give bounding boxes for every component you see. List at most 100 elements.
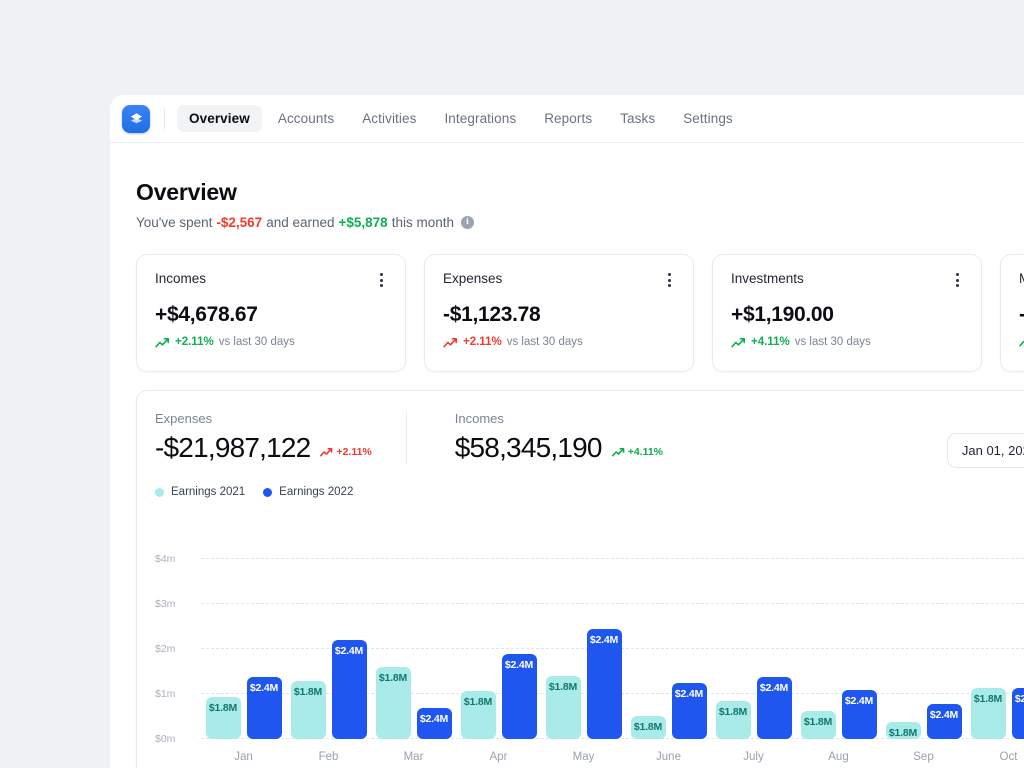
- chart-bar-group: $1.8M $2.4M: [456, 653, 541, 739]
- chart-bar[interactable]: $1.8M: [885, 722, 921, 739]
- kebab-menu-icon[interactable]: [376, 271, 387, 289]
- summary-incomes: Incomes $58,345,190 +4.11%: [405, 411, 697, 464]
- chart-bar-label: $2.4M: [844, 694, 874, 707]
- legend-label: Earnings 2021: [171, 486, 246, 498]
- chart-bar[interactable]: $1.8M: [800, 710, 836, 739]
- chart-bar-group: $1.8M $2.4M: [881, 704, 966, 739]
- subtitle-middle: and earned: [266, 215, 335, 230]
- chart-bar[interactable]: $1.8M: [545, 676, 581, 739]
- chart-x-tick-label: Jan: [234, 751, 253, 763]
- chart-legend: Earnings 2021 Earnings 2022: [155, 486, 1024, 498]
- card-title: M: [1019, 271, 1024, 286]
- chart-x-tick-label: Aug: [828, 751, 849, 763]
- tab-integrations[interactable]: Integrations: [432, 105, 528, 132]
- subtitle-prefix: You've spent: [136, 215, 213, 230]
- chart-bar[interactable]: $2.4M: [246, 677, 282, 739]
- card-delta-value: +2.11%: [463, 336, 502, 348]
- card-header: M: [1019, 271, 1024, 289]
- app-logo[interactable]: [122, 104, 150, 133]
- summary-delta: +2.11%: [320, 446, 372, 458]
- chart-x-tick-label: Apr: [489, 751, 508, 763]
- subtitle-earned-amount: +$5,878: [338, 215, 388, 230]
- subtitle-spent-amount: -$2,567: [216, 215, 263, 230]
- legend-dot-2022: [263, 487, 273, 497]
- chart-x-tick-label: June: [656, 751, 681, 763]
- chart-bar-label: $1.8M: [208, 702, 238, 715]
- stat-card-partial-offscreen: M -: [1000, 254, 1024, 372]
- chart-bar-label: $2.4M: [759, 682, 789, 695]
- tab-tasks[interactable]: Tasks: [608, 105, 667, 132]
- summary-value: $58,345,190: [454, 432, 603, 463]
- chart-bar[interactable]: $2.4M: [756, 677, 792, 739]
- summary-delta-value: +2.11%: [336, 446, 372, 458]
- chart-bar-group: $1.8M $2.4M: [966, 688, 1024, 739]
- info-icon[interactable]: i: [460, 216, 474, 229]
- chart-bar[interactable]: $1.8M: [630, 715, 666, 739]
- card-delta-note: vs last 30 days: [794, 336, 871, 348]
- earnings-chart-panel: Expenses -$21,987,122 +2.11% Incomes $58…: [136, 390, 1024, 768]
- chart-bar[interactable]: $2.4M: [1011, 688, 1024, 739]
- chart-x-tick-label: July: [743, 751, 764, 763]
- chart-x-tick-label: May: [572, 751, 595, 763]
- page-subtitle: You've spent -$2,567 and earned +$5,878 …: [136, 215, 1024, 230]
- chart-bar-label: $2.4M: [249, 682, 279, 695]
- chart-x-tick-label: Sep: [913, 751, 934, 763]
- card-delta: +2.11% vs last 30 days: [155, 336, 387, 348]
- tab-reports[interactable]: Reports: [532, 105, 604, 132]
- chart-bar-label: $1.8M: [293, 685, 323, 698]
- tab-settings[interactable]: Settings: [671, 105, 745, 132]
- tab-activities[interactable]: Activities: [350, 105, 428, 132]
- chart-bar[interactable]: $1.8M: [375, 667, 411, 739]
- legend-item-earnings-2021[interactable]: Earnings 2021: [155, 486, 245, 498]
- chart-bar[interactable]: $1.8M: [205, 697, 241, 739]
- chart-bar[interactable]: $2.4M: [501, 653, 537, 739]
- chart-bar-label: $2.4M: [929, 709, 959, 721]
- chart-x-tick-label: Oct: [999, 751, 1018, 763]
- card-value: +$4,678.67: [155, 303, 258, 326]
- chart-bar-group: $1.8M $2.4M: [796, 689, 881, 739]
- top-navigation-bar: Overview Accounts Activities Integration…: [110, 95, 1024, 143]
- chart-bar-label: $1.8M: [803, 715, 833, 728]
- legend-label: Earnings 2022: [279, 486, 354, 498]
- kebab-menu-icon[interactable]: [664, 271, 675, 289]
- chart-bar[interactable]: $2.4M: [926, 704, 962, 739]
- trend-up-icon: [320, 447, 333, 457]
- chart-bar[interactable]: $1.8M: [970, 688, 1006, 739]
- kebab-menu-icon[interactable]: [952, 271, 963, 289]
- earnings-bar-chart: $0m $1m $2m $3m $4m $1.8M $2.4M $1.8M $2.4M $1.8…: [155, 514, 1024, 763]
- app-window: Overview Accounts Activities Integration…: [110, 95, 1024, 768]
- stat-cards-row: Incomes +$4,678.67 +2.11% vs last 30 day…: [136, 254, 1024, 372]
- card-delta: +2.11% vs last 30 days: [443, 336, 675, 348]
- card-delta-value: +2.11%: [175, 336, 214, 348]
- stat-card-expenses: Expenses -$1,123.78 +2.11% vs last 30 da…: [424, 254, 694, 372]
- chart-bar-label: $2.4M: [419, 712, 449, 725]
- chart-bar-label: $2.4M: [334, 645, 364, 658]
- chart-bar-group: $1.8M $2.4M: [711, 677, 796, 739]
- chart-bar[interactable]: $2.4M: [416, 707, 452, 739]
- app-root: Overview Accounts Activities Integration…: [0, 0, 1024, 768]
- chart-bar[interactable]: $2.4M: [841, 689, 877, 739]
- chart-bar[interactable]: $1.8M: [715, 700, 751, 739]
- tab-overview[interactable]: Overview: [177, 105, 262, 132]
- chart-bar[interactable]: $2.4M: [586, 629, 622, 739]
- chart-bar[interactable]: $2.4M: [671, 682, 707, 739]
- summary-value: -$21,987,122: [155, 432, 311, 463]
- card-title: Incomes: [155, 271, 207, 286]
- tab-accounts[interactable]: Accounts: [266, 105, 346, 132]
- chart-bars: $1.8M $2.4M $1.8M $2.4M $1.8M $2.4M $1.8M $2.4M…: [201, 546, 1024, 739]
- card-header: Expenses: [443, 271, 675, 289]
- chart-bar[interactable]: $1.8M: [290, 680, 326, 739]
- trend-up-icon: [731, 337, 746, 347]
- date-range-selector[interactable]: Jan 01, 2021 -: [946, 433, 1024, 468]
- summary-label: Incomes: [454, 411, 504, 426]
- chart-bar-label: $2.4M: [589, 634, 619, 647]
- chart-bar-group: $1.8M $2.4M: [541, 629, 626, 739]
- trend-up-icon: [155, 337, 170, 347]
- legend-dot-2021: [155, 487, 164, 497]
- chart-bar[interactable]: $1.8M: [460, 690, 496, 739]
- chart-bar[interactable]: $2.4M: [331, 640, 367, 739]
- chart-bar-group: $1.8M $2.4M: [286, 640, 371, 739]
- chart-bar-label: $1.8M: [378, 672, 408, 685]
- chart-bar-label: $2.4M: [1014, 693, 1024, 706]
- legend-item-earnings-2022[interactable]: Earnings 2022: [263, 486, 353, 498]
